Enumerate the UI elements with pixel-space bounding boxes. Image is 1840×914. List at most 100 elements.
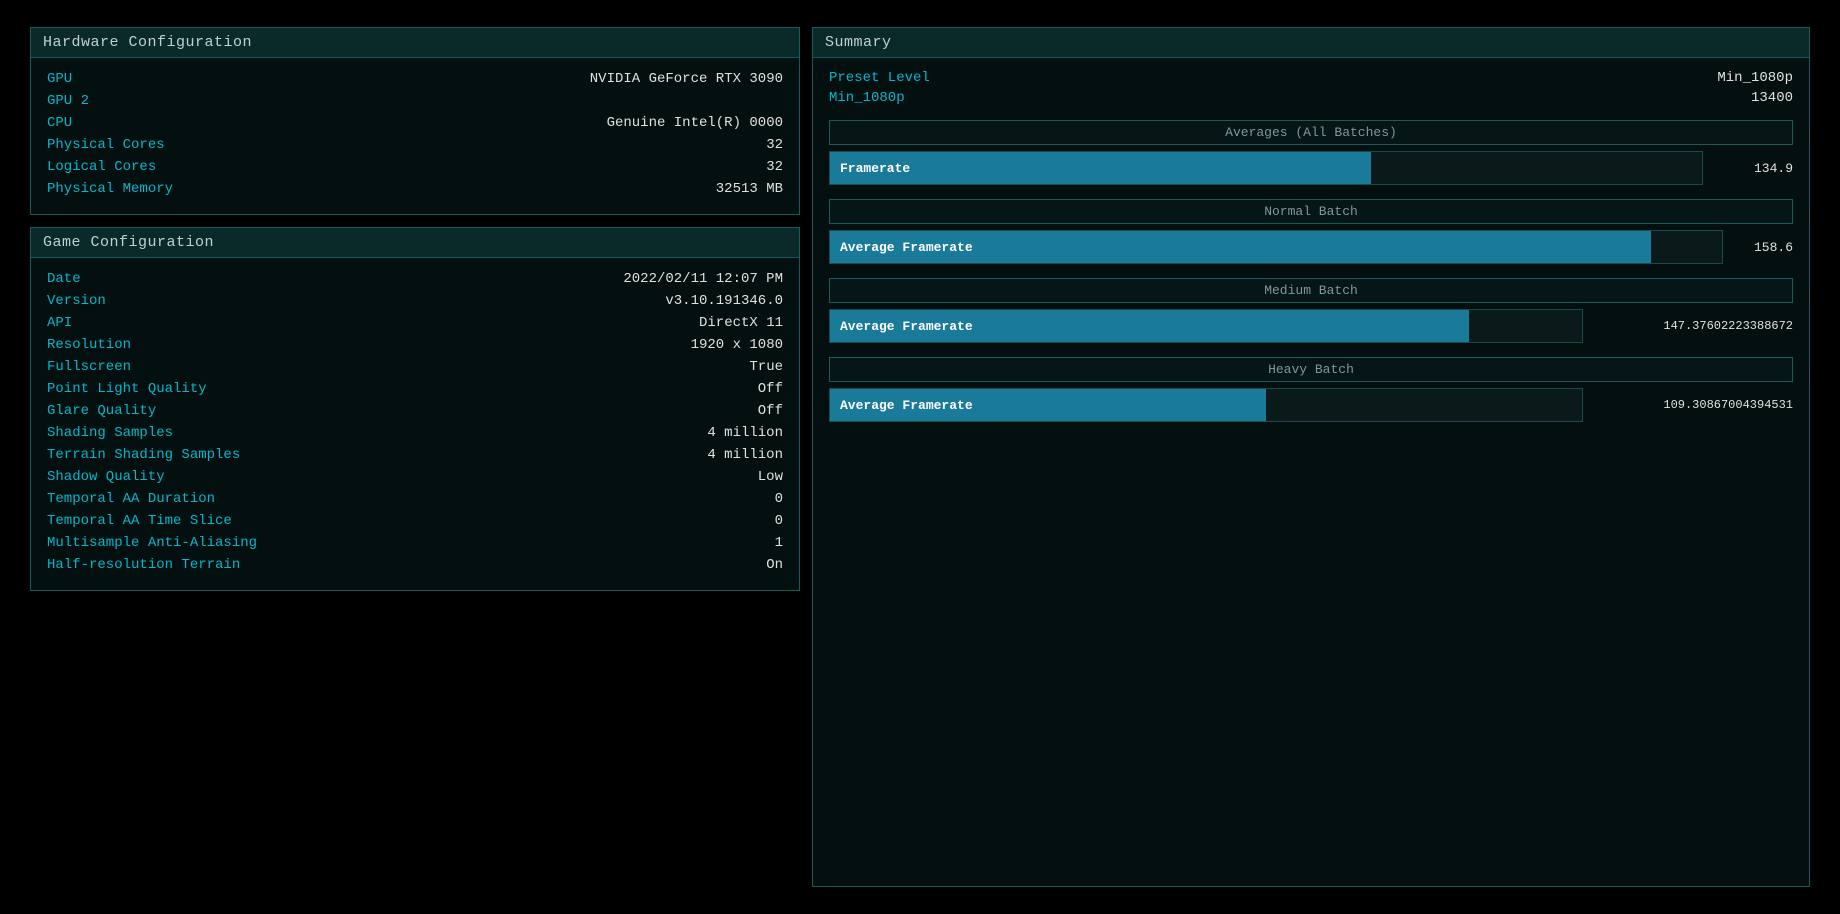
game-value-msaa: 1 [775, 535, 783, 551]
game-value-taa-slice: 0 [775, 513, 783, 529]
heavy-bar-value: 109.30867004394531 [1593, 398, 1793, 412]
hw-row-gpu2: GPU 2 [47, 90, 783, 112]
hardware-section: Hardware Configuration GPU NVIDIA GeForc… [30, 27, 800, 215]
hw-value-logical-cores: 32 [766, 159, 783, 175]
game-section: Game Configuration Date 2022/02/11 12:07… [30, 227, 800, 591]
game-row-shading: Shading Samples 4 million [47, 422, 783, 444]
preset-score-label: Min_1080p [829, 90, 905, 106]
heavy-bar-container: Average Framerate [829, 388, 1583, 422]
game-value-resolution: 1920 x 1080 [691, 337, 783, 353]
hw-row-gpu: GPU NVIDIA GeForce RTX 3090 [47, 68, 783, 90]
game-label-terrain-shading: Terrain Shading Samples [47, 447, 247, 463]
right-panel: Summary Preset Level Min_1080p Min_1080p… [812, 27, 1810, 887]
game-row-fullscreen: Fullscreen True [47, 356, 783, 378]
normal-bar-label: Average Framerate [840, 240, 973, 255]
framerate-bar-row: Framerate 134.9 [829, 151, 1793, 185]
game-row-version: Version v3.10.191346.0 [47, 290, 783, 312]
hw-value-cpu: Genuine Intel(R) 0000 [607, 115, 783, 131]
game-label-resolution: Resolution [47, 337, 247, 353]
game-value-api: DirectX 11 [699, 315, 783, 331]
game-value-version: v3.10.191346.0 [665, 293, 783, 309]
hardware-body: GPU NVIDIA GeForce RTX 3090 GPU 2 CPU Ge… [31, 58, 799, 214]
heavy-bar-fill: Average Framerate [830, 389, 1266, 421]
hw-value-physical-memory: 32513 MB [716, 181, 783, 197]
game-label-point-light: Point Light Quality [47, 381, 247, 397]
game-value-taa-duration: 0 [775, 491, 783, 507]
left-panel: Hardware Configuration GPU NVIDIA GeForc… [30, 27, 800, 887]
normal-bar-container: Average Framerate [829, 230, 1723, 264]
normal-bar-fill: Average Framerate [830, 231, 1651, 263]
heavy-batch-label: Heavy Batch [829, 357, 1793, 382]
game-row-resolution: Resolution 1920 x 1080 [47, 334, 783, 356]
medium-bar-value: 147.37602223388672 [1593, 319, 1793, 333]
game-row-api: API DirectX 11 [47, 312, 783, 334]
framerate-bar-label: Framerate [840, 161, 910, 176]
normal-bar-row: Average Framerate 158.6 [829, 230, 1793, 264]
game-value-fullscreen: True [749, 359, 783, 375]
all-batches-section: Averages (All Batches) Framerate 134.9 [829, 120, 1793, 185]
game-row-date: Date 2022/02/11 12:07 PM [47, 268, 783, 290]
game-label-shading: Shading Samples [47, 425, 247, 441]
normal-batch-label: Normal Batch [829, 199, 1793, 224]
game-label-shadow: Shadow Quality [47, 469, 247, 485]
game-label-taa-duration: Temporal AA Duration [47, 491, 247, 507]
heavy-bar-row: Average Framerate 109.30867004394531 [829, 388, 1793, 422]
game-row-point-light: Point Light Quality Off [47, 378, 783, 400]
game-value-halfres: On [766, 557, 783, 573]
preset-score-value: 13400 [1751, 90, 1793, 106]
game-value-terrain-shading: 4 million [707, 447, 783, 463]
game-row-taa-slice: Temporal AA Time Slice 0 [47, 510, 783, 532]
hw-value-physical-cores: 32 [766, 137, 783, 153]
hw-row-physical-cores: Physical Cores 32 [47, 134, 783, 156]
summary-section: Summary Preset Level Min_1080p Min_1080p… [812, 27, 1810, 887]
hw-row-cpu: CPU Genuine Intel(R) 0000 [47, 112, 783, 134]
game-label-date: Date [47, 271, 247, 287]
main-container: Hardware Configuration GPU NVIDIA GeForc… [20, 17, 1820, 897]
summary-header: Summary [813, 28, 1809, 58]
game-label-glare: Glare Quality [47, 403, 247, 419]
hw-row-logical-cores: Logical Cores 32 [47, 156, 783, 178]
game-header: Game Configuration [31, 228, 799, 258]
hw-label-logical-cores: Logical Cores [47, 159, 247, 175]
all-batches-label: Averages (All Batches) [829, 120, 1793, 145]
game-value-glare: Off [758, 403, 783, 419]
hw-label-cpu: CPU [47, 115, 247, 131]
game-label-taa-slice: Temporal AA Time Slice [47, 513, 247, 529]
hw-label-gpu: GPU [47, 71, 247, 87]
game-row-terrain-shading: Terrain Shading Samples 4 million [47, 444, 783, 466]
heavy-bar-label: Average Framerate [840, 398, 973, 413]
framerate-bar-fill: Framerate [830, 152, 1371, 184]
game-value-shadow: Low [758, 469, 783, 485]
game-label-halfres: Half-resolution Terrain [47, 557, 247, 573]
game-row-msaa: Multisample Anti-Aliasing 1 [47, 532, 783, 554]
normal-bar-value: 158.6 [1733, 240, 1793, 255]
hardware-header: Hardware Configuration [31, 28, 799, 58]
framerate-bar-container: Framerate [829, 151, 1703, 185]
game-label-fullscreen: Fullscreen [47, 359, 247, 375]
game-label-version: Version [47, 293, 247, 309]
preset-level-label: Preset Level [829, 70, 930, 86]
medium-bar-label: Average Framerate [840, 319, 973, 334]
game-value-date: 2022/02/11 12:07 PM [623, 271, 783, 287]
hw-row-physical-memory: Physical Memory 32513 MB [47, 178, 783, 200]
hw-label-gpu2: GPU 2 [47, 93, 247, 109]
game-label-msaa: Multisample Anti-Aliasing [47, 535, 257, 551]
medium-batch-label: Medium Batch [829, 278, 1793, 303]
medium-batch-section: Medium Batch Average Framerate 147.37602… [829, 278, 1793, 343]
hw-label-physical-cores: Physical Cores [47, 137, 247, 153]
game-row-glare: Glare Quality Off [47, 400, 783, 422]
framerate-bar-value: 134.9 [1713, 161, 1793, 176]
preset-score-row: Min_1080p 13400 [829, 90, 1793, 106]
hw-value-gpu: NVIDIA GeForce RTX 3090 [590, 71, 783, 87]
summary-body: Preset Level Min_1080p Min_1080p 13400 A… [813, 58, 1809, 886]
preset-level-value: Min_1080p [1717, 70, 1793, 86]
game-row-taa-duration: Temporal AA Duration 0 [47, 488, 783, 510]
game-value-shading: 4 million [707, 425, 783, 441]
normal-batch-section: Normal Batch Average Framerate 158.6 [829, 199, 1793, 264]
preset-level-row: Preset Level Min_1080p [829, 70, 1793, 86]
game-body: Date 2022/02/11 12:07 PM Version v3.10.1… [31, 258, 799, 590]
heavy-batch-section: Heavy Batch Average Framerate 109.308670… [829, 357, 1793, 422]
game-row-halfres: Half-resolution Terrain On [47, 554, 783, 576]
medium-bar-fill: Average Framerate [830, 310, 1469, 342]
hw-label-physical-memory: Physical Memory [47, 181, 247, 197]
